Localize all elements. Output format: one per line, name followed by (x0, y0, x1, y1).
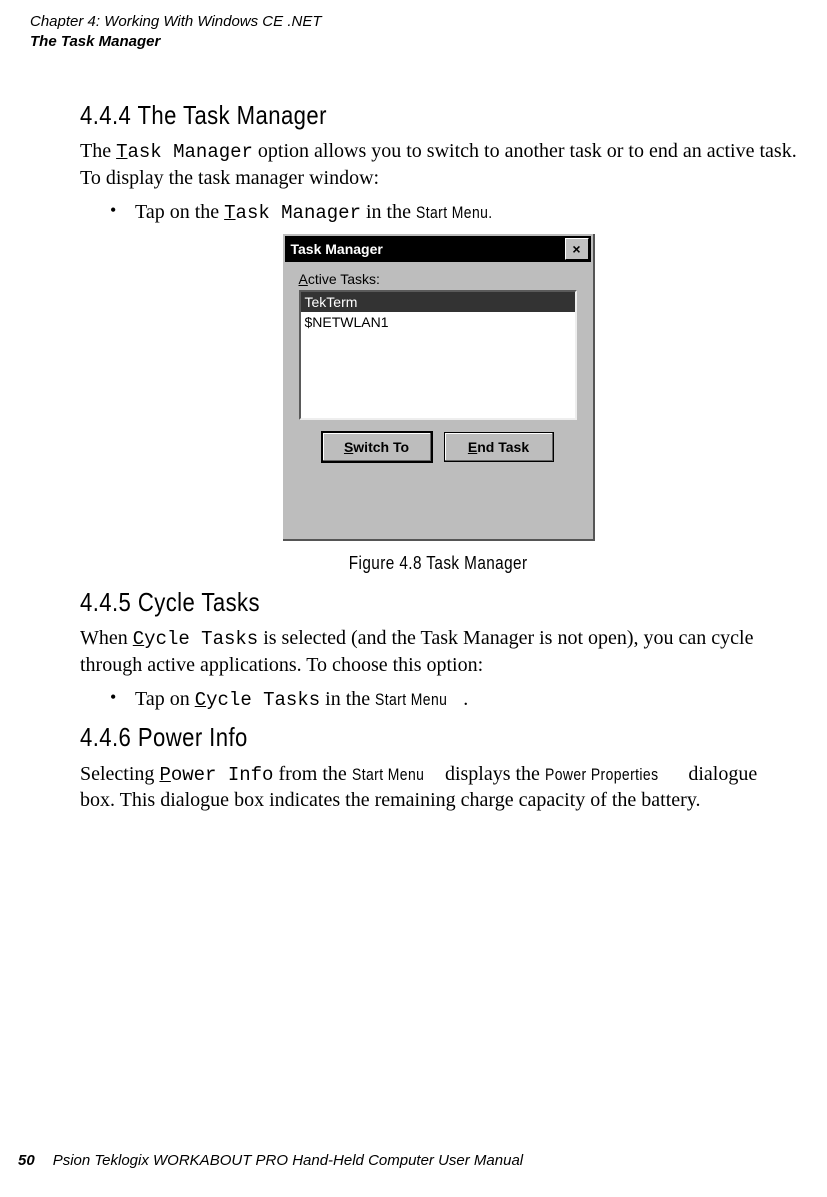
active-tasks-label: Active Tasks: (299, 270, 577, 288)
para-cycle-tasks: When Cycle Tasks is selected (and the Ta… (80, 625, 797, 678)
keyword-start-menu: Start Menu (375, 689, 447, 711)
titlebar: Task Manager × (285, 236, 591, 262)
close-icon[interactable]: × (565, 238, 589, 260)
figure-caption: Figure 4.8 Task Manager (349, 552, 528, 575)
keyword-power-properties: Power Properties (545, 764, 658, 786)
task-manager-window: Task Manager × Active Tasks: TekTerm $NE… (283, 234, 595, 541)
footer-title: Psion Teklogix WORKABOUT PRO Hand-Held C… (53, 1152, 523, 1169)
figure-task-manager: Task Manager × Active Tasks: TekTerm $NE… (80, 234, 797, 576)
code-cycle-tasks-2: Cycle Tasks (195, 689, 320, 711)
code-task-manager: Task Manager (116, 141, 253, 163)
para-power-info: Selecting Power Info from the Start Menu… (80, 761, 797, 814)
para-task-manager: The Task Manager option allows you to sw… (80, 138, 797, 191)
switch-to-button[interactable]: Switch To (322, 432, 432, 462)
code-task-manager-2: Task Manager (224, 202, 361, 224)
window-title: Task Manager (291, 240, 565, 258)
page-footer: 50 Psion Teklogix WORKABOUT PRO Hand-Hel… (18, 1152, 523, 1169)
list-cycle-steps: Tap on Cycle Tasks in the Start Menu. (80, 686, 797, 713)
list-item: Tap on the Task Manager in the Start Men… (80, 199, 797, 226)
heading-power-info: 4.4.6 Power Info (80, 721, 689, 755)
code-power-info: Power Info (159, 764, 273, 786)
running-header: Chapter 4: Working With Windows CE .NET … (30, 12, 797, 53)
list-tm-steps: Tap on the Task Manager in the Start Men… (80, 199, 797, 226)
list-item[interactable]: TekTerm (301, 292, 575, 312)
code-cycle-tasks: Cycle Tasks (133, 628, 258, 650)
active-tasks-listbox[interactable]: TekTerm $NETWLAN1 (299, 290, 577, 420)
heading-task-manager: 4.4.4 The Task Manager (80, 99, 689, 133)
list-item[interactable]: $NETWLAN1 (301, 312, 575, 332)
heading-cycle-tasks: 4.4.5 Cycle Tasks (80, 586, 689, 620)
header-section: The Task Manager (30, 32, 797, 52)
keyword-start-menu: Start Menu. (416, 202, 493, 224)
end-task-button[interactable]: End Task (444, 432, 554, 462)
header-chapter: Chapter 4: Working With Windows CE .NET (30, 12, 797, 32)
page-number: 50 (18, 1152, 35, 1169)
list-item: Tap on Cycle Tasks in the Start Menu. (80, 686, 797, 713)
keyword-start-menu: Start Menu (352, 764, 424, 786)
